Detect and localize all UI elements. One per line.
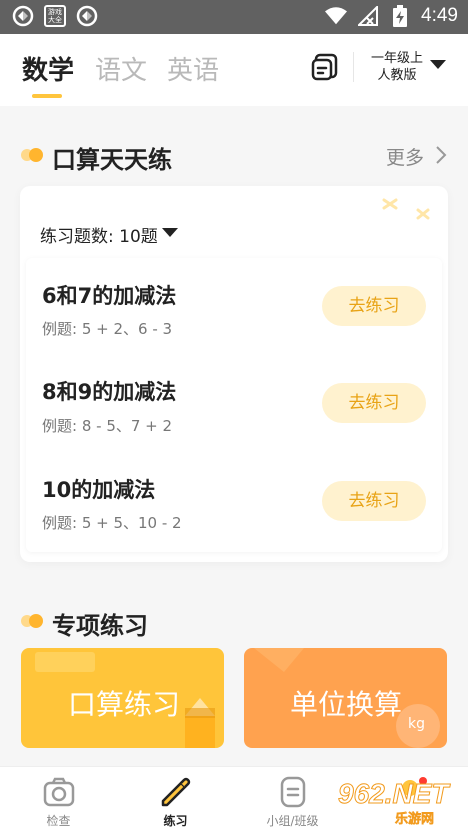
section-dot-icon xyxy=(21,148,43,162)
oral-calc-label: 口算练习 xyxy=(68,688,181,721)
grade-level: 一年级上 xyxy=(370,51,423,66)
sync-icon xyxy=(12,5,34,27)
practice-button[interactable]: 去练习 xyxy=(322,383,426,423)
grade-selector[interactable]: 一年级上 人教版 xyxy=(364,50,430,84)
header-divider xyxy=(353,52,354,82)
textbook-icon[interactable] xyxy=(310,52,340,82)
kg-badge: kg xyxy=(408,716,425,732)
nav-label: 小组/班级 xyxy=(266,814,319,828)
practice-button[interactable]: 去练习 xyxy=(322,286,426,326)
caret-down-icon[interactable] xyxy=(430,60,446,69)
section-title-special: 专项练习 xyxy=(52,612,148,640)
nav-check[interactable]: 检查 xyxy=(0,767,117,832)
battery-charging-icon xyxy=(389,5,411,27)
tab-math[interactable]: 数学 xyxy=(22,50,74,87)
sync-icon xyxy=(76,5,98,27)
tab-english[interactable]: 英语 xyxy=(167,50,219,87)
status-bar: 游戏大全 4:49 xyxy=(0,0,468,34)
decoration-icon xyxy=(382,198,430,220)
active-tab-indicator xyxy=(32,94,62,98)
nav-label: 练习 xyxy=(163,814,188,828)
section-dot-icon xyxy=(21,614,43,628)
unit-conversion-label: 单位换算 xyxy=(290,688,403,721)
nav-label: 检查 xyxy=(46,814,71,828)
group-icon xyxy=(280,776,306,808)
more-link[interactable]: 更多 xyxy=(386,143,424,170)
exercise-title: 10的加减法 xyxy=(42,478,156,502)
caret-down-icon[interactable] xyxy=(162,228,178,237)
watermark-sub: 乐游网 xyxy=(395,812,435,828)
nav-group[interactable]: 小组/班级 xyxy=(234,767,351,832)
question-count-selector[interactable]: 练习题数: 10题 xyxy=(40,222,158,247)
nav-practice[interactable]: 练习 xyxy=(117,767,234,832)
camera-icon xyxy=(43,777,75,807)
exercise-sample: 例题: 8 - 5、7 + 2 xyxy=(42,417,173,435)
no-signal-icon xyxy=(357,5,379,27)
wifi-icon xyxy=(325,5,348,27)
chevron-right-icon[interactable] xyxy=(434,145,448,165)
app-badge-icon: 游戏大全 xyxy=(44,5,66,27)
watermark-logo: 962.NET xyxy=(338,778,449,810)
section-title-daily: 口算天天练 xyxy=(52,146,172,174)
tab-chinese[interactable]: 语文 xyxy=(95,50,147,87)
exercise-title: 6和7的加减法 xyxy=(42,284,177,308)
exercise-sample: 例题: 5 + 2、6 - 3 xyxy=(42,320,173,338)
exercise-title: 8和9的加减法 xyxy=(42,380,177,404)
header: 数学 语文 英语 一年级上 人教版 xyxy=(0,34,468,106)
textbook-edition: 人教版 xyxy=(377,68,417,83)
practice-button[interactable]: 去练习 xyxy=(322,481,426,521)
exercise-sample: 例题: 5 + 5、10 - 2 xyxy=(42,514,182,532)
pencil-icon xyxy=(161,777,191,807)
clock: 4:49 xyxy=(421,5,458,26)
